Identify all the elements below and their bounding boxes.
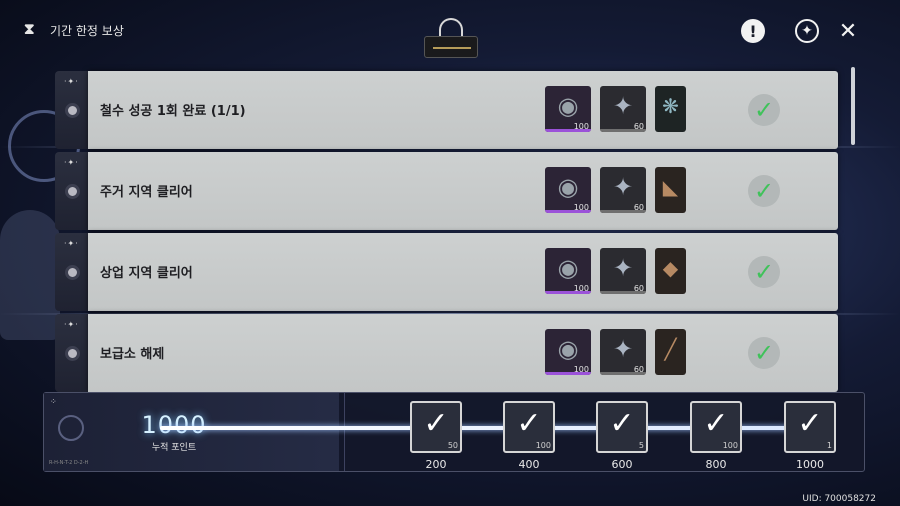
- star-shard-icon[interactable]: ✦ 60: [600, 248, 646, 294]
- exclamation-icon[interactable]: !: [741, 19, 765, 43]
- scrollbar[interactable]: [851, 67, 855, 145]
- background-character-silhouette: [0, 210, 60, 340]
- quest-title: 철수 성공 1회 완료 (1/1): [100, 104, 246, 119]
- accumulated-points-label: 누적 포인트: [151, 443, 197, 453]
- quest-card: 보급소 해제 ◉ 100 ✦ 60 ╱ ✓: [88, 314, 838, 392]
- radio-icon: [65, 103, 80, 118]
- star-shard-icon[interactable]: ✦ 60: [600, 167, 646, 213]
- quest-card: 주거 지역 클리어 ◉ 100 ✦ 60 ◣ ✓: [88, 152, 838, 230]
- dots-icon: ⁘: [50, 397, 57, 406]
- check-icon: ✓: [609, 406, 635, 441]
- quest-tab: ·✦·: [55, 233, 90, 311]
- close-icon[interactable]: ✕: [836, 19, 860, 44]
- quest-tab: ·✦·: [55, 314, 90, 392]
- check-icon: ✓: [748, 175, 780, 207]
- milestone-threshold: 400: [518, 458, 540, 471]
- accumulated-points: 1000: [141, 411, 207, 439]
- user-id: UID: 700058272: [802, 494, 876, 504]
- check-icon: ✓: [748, 337, 780, 369]
- quest-row[interactable]: ·✦· 보급소 해제 ◉ 100 ✦ 60 ╱ ✓: [55, 314, 838, 392]
- quest-card: 상업 지역 클리어 ◉ 100 ✦ 60 ◆ ✓: [88, 233, 838, 311]
- coin-icon[interactable]: ◉ 100: [545, 329, 591, 375]
- crystal-item-icon[interactable]: ❋: [655, 86, 686, 132]
- quest-tab: ·✦·: [55, 152, 90, 230]
- star-shard-icon[interactable]: ✦ 60: [600, 86, 646, 132]
- check-icon: ✓: [797, 406, 823, 441]
- header: ⧗ 기간 한정 보상 ! ✦ ✕: [0, 0, 900, 58]
- quest-row[interactable]: ·✦· 철수 성공 1회 완료 (1/1) ◉ 100 ✦ 60 ❋ ✓: [55, 71, 838, 149]
- milestone-qty: 50: [447, 441, 458, 450]
- milestone-reward[interactable]: ✓ 100: [690, 401, 742, 453]
- panel-code-text: R-H-N-T-2 D-2-H: [49, 460, 89, 466]
- check-icon: ✓: [748, 94, 780, 126]
- check-icon: ✓: [423, 406, 449, 441]
- coin-icon[interactable]: ◉ 100: [545, 86, 591, 132]
- milestone-reward[interactable]: ✓ 1: [784, 401, 836, 453]
- quest-card: 철수 성공 1회 완료 (1/1) ◉ 100 ✦ 60 ❋ ✓: [88, 71, 838, 149]
- milestone-threshold: 600: [611, 458, 633, 471]
- radio-icon: [65, 184, 80, 199]
- rod-item-icon[interactable]: ╱: [655, 329, 686, 375]
- quest-row[interactable]: ·✦· 주거 지역 클리어 ◉ 100 ✦ 60 ◣ ✓: [55, 152, 838, 230]
- radio-icon: [65, 346, 80, 361]
- pouch-item-icon[interactable]: ◆: [655, 248, 686, 294]
- check-icon: ✓: [748, 256, 780, 288]
- quest-title: 주거 지역 클리어: [100, 185, 193, 200]
- gear-icon[interactable]: ✦: [795, 19, 819, 43]
- check-icon: ✓: [703, 406, 729, 441]
- milestone-reward[interactable]: ✓ 5: [596, 401, 648, 453]
- ring-icon: [58, 415, 84, 441]
- milestone-threshold: 200: [425, 458, 447, 471]
- milestone-qty: 100: [535, 441, 551, 450]
- coin-icon[interactable]: ◉ 100: [545, 248, 591, 294]
- milestone-qty: 1: [826, 441, 832, 450]
- check-icon: ✓: [516, 406, 542, 441]
- leather-item-icon[interactable]: ◣: [655, 167, 686, 213]
- coin-icon[interactable]: ◉ 100: [545, 167, 591, 213]
- milestone-threshold: 800: [705, 458, 727, 471]
- points-summary: ⁘ 1000 누적 포인트 R-H-N-T-2 D-2-H: [44, 393, 339, 471]
- quest-title: 보급소 해제: [100, 347, 165, 362]
- binder-clip-icon: [424, 18, 478, 58]
- page-title: 기간 한정 보상: [50, 24, 124, 38]
- milestone-qty: 5: [638, 441, 644, 450]
- milestone-reward[interactable]: ✓ 100: [503, 401, 555, 453]
- milestone-threshold: 1000: [796, 458, 824, 471]
- milestone-reward[interactable]: ✓ 50: [410, 401, 462, 453]
- quest-tab: ·✦·: [55, 71, 90, 149]
- quest-row[interactable]: ·✦· 상업 지역 클리어 ◉ 100 ✦ 60 ◆ ✓: [55, 233, 838, 311]
- radio-icon: [65, 265, 80, 280]
- star-shard-icon[interactable]: ✦ 60: [600, 329, 646, 375]
- hourglass-icon: ⧗: [24, 20, 35, 38]
- milestone-qty: 100: [722, 441, 738, 450]
- quest-title: 상업 지역 클리어: [100, 266, 193, 281]
